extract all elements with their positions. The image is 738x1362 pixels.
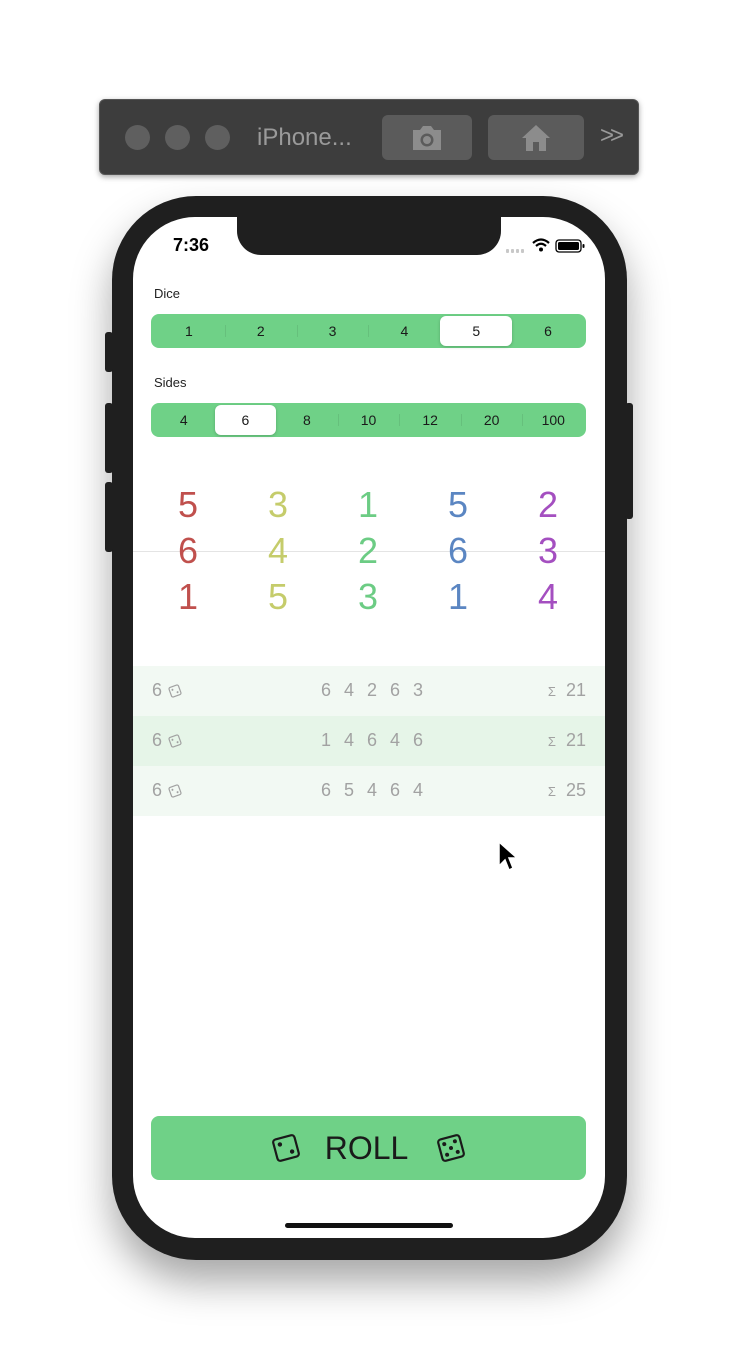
home-icon xyxy=(522,124,550,151)
simulator-title: iPhone... xyxy=(257,124,352,151)
die-icon xyxy=(168,683,182,698)
picker-value: 5 xyxy=(447,484,469,525)
picker-selected-value: 4 xyxy=(267,530,289,571)
sides-option-20[interactable]: 20 xyxy=(460,405,523,435)
picker-value: 5 xyxy=(177,484,199,525)
signal-icon xyxy=(506,249,524,253)
history-sides-value: 6 xyxy=(152,730,163,750)
wifi-icon xyxy=(532,238,550,252)
status-time: 7:36 xyxy=(173,235,210,255)
sides-option-8[interactable]: 8 xyxy=(276,405,338,435)
camera-icon xyxy=(413,125,441,150)
picker-value: 2 xyxy=(537,484,559,525)
status-icons xyxy=(506,238,585,253)
history-roll-values: 6 5 4 6 4 xyxy=(321,780,428,800)
dice-count-selector[interactable]: 123456 xyxy=(151,314,586,348)
history-row: 6 1 4 6 4 6 Σ 21 xyxy=(133,716,605,766)
zoom-window-button[interactable] xyxy=(205,125,230,150)
picker-value: 1 xyxy=(357,484,379,525)
phone-screen: 7:36 Dice 123456 Sides 4 6 8 10 12 20 100 5613… xyxy=(133,217,605,1238)
picker-value: 3 xyxy=(357,576,379,617)
die-picker-5[interactable]: 2 3 4 xyxy=(518,482,578,620)
volume-down-button xyxy=(105,482,113,552)
dice-count-option-4[interactable]: 4 xyxy=(368,316,440,346)
die-icon xyxy=(168,733,182,748)
sum-symbol: Σ xyxy=(547,784,556,799)
screenshot-button[interactable] xyxy=(382,115,472,160)
die-picker-1[interactable]: 5 6 1 xyxy=(158,482,218,620)
picker-value: 1 xyxy=(177,576,199,617)
simulator-toolbar: iPhone... >> xyxy=(99,99,639,175)
close-window-button[interactable] xyxy=(125,125,150,150)
sum-symbol: Σ xyxy=(547,734,556,749)
dice-count-option-5[interactable]: 5 xyxy=(440,316,513,346)
history-roll-values: 1 4 6 4 6 xyxy=(321,730,428,750)
history-sides: 6 xyxy=(152,730,182,751)
dice-sides-selector[interactable]: 4 6 8 10 12 20 100 xyxy=(151,403,586,437)
history-sum-value: 21 xyxy=(565,730,586,750)
die-picker-2[interactable]: 3 4 5 xyxy=(248,482,308,620)
minimize-window-button[interactable] xyxy=(165,125,190,150)
dice-count-option-1[interactable]: 1 xyxy=(153,316,225,346)
history-sides-value: 6 xyxy=(152,780,163,800)
roll-button[interactable]: ROLL xyxy=(151,1116,586,1180)
dice-count-option-6[interactable]: 6 xyxy=(512,316,584,346)
picker-selected-value: 3 xyxy=(537,530,559,571)
picker-value: 4 xyxy=(537,576,559,617)
history-row: 6 6 4 2 6 3 Σ 21 xyxy=(133,666,605,716)
dice-label: Dice xyxy=(154,286,181,301)
die-two-icon xyxy=(271,1134,300,1162)
history-row: 6 6 5 4 6 4 Σ 25 xyxy=(133,766,605,816)
die-picker-3[interactable]: 1 2 3 xyxy=(338,482,398,620)
history-sum: Σ 21 xyxy=(548,680,586,701)
notch xyxy=(237,217,501,255)
picker-value: 3 xyxy=(267,484,289,525)
battery-icon xyxy=(555,239,585,253)
sides-option-4[interactable]: 4 xyxy=(153,405,215,435)
sides-option-10[interactable]: 10 xyxy=(337,405,400,435)
die-icon xyxy=(168,783,182,798)
history-sum-value: 21 xyxy=(565,680,586,700)
home-button[interactable] xyxy=(488,115,584,160)
history-sides-value: 6 xyxy=(152,680,163,700)
home-indicator[interactable] xyxy=(285,1223,453,1228)
history-sum: Σ 25 xyxy=(548,780,586,801)
sides-option-6[interactable]: 6 xyxy=(214,405,277,435)
silent-switch xyxy=(105,332,113,372)
history-sum: Σ 21 xyxy=(548,730,586,751)
roll-button-label: ROLL xyxy=(324,1129,409,1166)
sides-option-12[interactable]: 12 xyxy=(399,405,461,435)
dice-result-pickers: 5 6 1 3 4 5 1 2 3 5 6 1 2 3 4 xyxy=(133,482,605,622)
history-roll-values: 6 4 2 6 3 xyxy=(321,680,428,700)
history-sides: 6 xyxy=(152,780,182,801)
volume-up-button xyxy=(105,403,113,473)
dice-count-option-2[interactable]: 2 xyxy=(224,316,297,346)
sides-label: Sides xyxy=(154,375,187,390)
picker-selected-value: 6 xyxy=(447,530,469,571)
more-toolbar-items[interactable]: >> xyxy=(600,122,624,150)
sum-symbol: Σ xyxy=(547,684,556,699)
picker-value: 1 xyxy=(447,576,469,617)
picker-selected-value: 6 xyxy=(177,530,199,571)
picker-value: 5 xyxy=(267,576,289,617)
power-button xyxy=(625,403,633,519)
die-five-icon xyxy=(437,1134,466,1162)
roll-history-list: 6 6 4 2 6 3 Σ 21 6 1 4 6 4 6 Σ 21 6 6 5 4 6 4 Σ 25 xyxy=(133,666,605,816)
history-sides: 6 xyxy=(152,680,182,701)
history-sum-value: 25 xyxy=(565,780,586,800)
die-picker-4[interactable]: 5 6 1 xyxy=(428,482,488,620)
sides-option-100[interactable]: 100 xyxy=(522,405,584,435)
dice-count-option-3[interactable]: 3 xyxy=(296,316,369,346)
mouse-cursor-icon xyxy=(498,840,519,872)
picker-selected-value: 2 xyxy=(357,530,379,571)
